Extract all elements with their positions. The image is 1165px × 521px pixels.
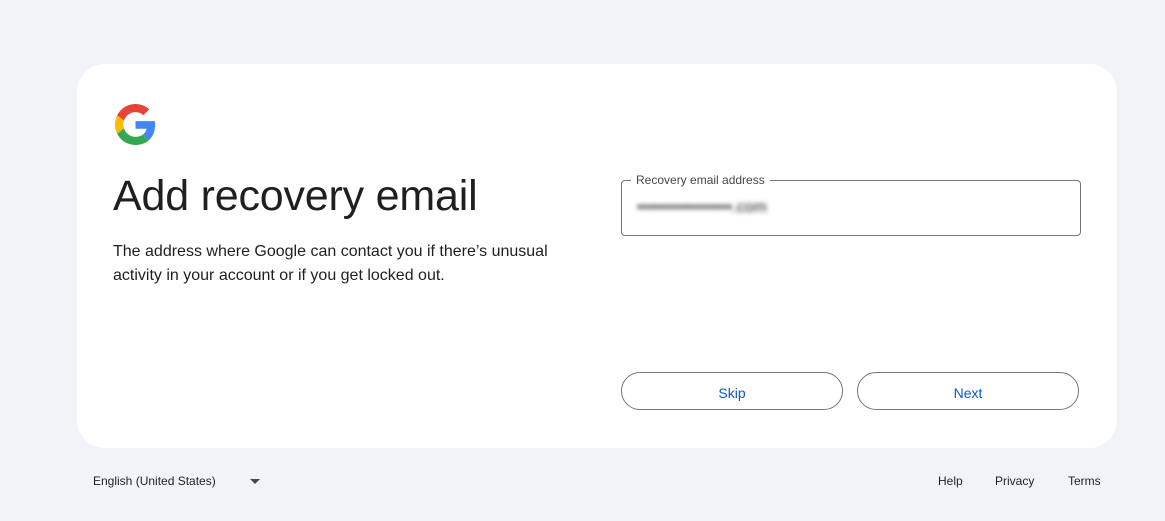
privacy-link[interactable]: Privacy	[995, 472, 1034, 490]
recovery-email-field[interactable]: Recovery email address	[621, 172, 1081, 236]
signin-card: Add recovery email The address where Goo…	[77, 64, 1117, 448]
recovery-email-input[interactable]	[637, 194, 1057, 222]
next-button[interactable]: Next	[857, 372, 1079, 410]
help-link[interactable]: Help	[938, 472, 963, 490]
terms-link[interactable]: Terms	[1068, 472, 1101, 490]
skip-button[interactable]: Skip	[621, 372, 843, 410]
caret-down-icon	[250, 479, 260, 484]
page-description: The address where Google can contact you…	[113, 243, 548, 284]
page-title: Add recovery email	[113, 172, 478, 220]
language-label: English (United States)	[93, 474, 216, 488]
google-logo-icon	[115, 104, 156, 145]
language-selector[interactable]: English (United States)	[93, 472, 269, 490]
footer: English (United States) Help Privacy Ter…	[0, 468, 1165, 492]
recovery-email-label: Recovery email address	[631, 172, 770, 188]
